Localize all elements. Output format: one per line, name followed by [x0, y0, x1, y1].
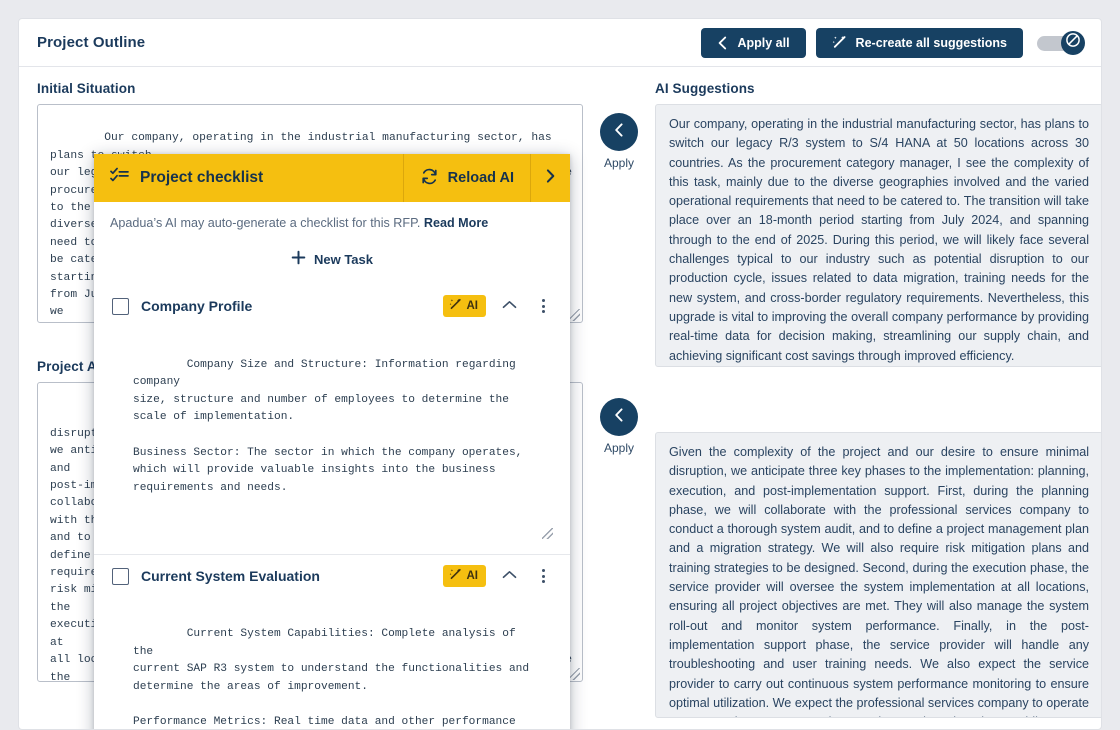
- task-title: Company Profile: [141, 298, 253, 314]
- project-checklist-modal: Project checklist Reload AI Apadua’s AI …: [94, 154, 570, 729]
- task-description-textarea[interactable]: Company Size and Structure: Information …: [128, 328, 554, 540]
- apply-button-circle[interactable]: [600, 113, 638, 151]
- apply-all-label: Apply all: [737, 35, 790, 50]
- modal-title: Project checklist: [140, 169, 264, 186]
- chevron-left-icon: [717, 36, 728, 50]
- recreate-all-suggestions-button[interactable]: Re-create all suggestions: [815, 27, 1023, 58]
- chevron-left-icon: [612, 407, 626, 428]
- task-description-text: Current System Capabilities: Complete an…: [133, 628, 530, 729]
- chevron-right-icon: [544, 168, 557, 189]
- modal-note: Apadua’s AI may auto-generate a checklis…: [94, 202, 570, 240]
- ai-badge[interactable]: AI: [442, 295, 486, 317]
- refresh-icon: [420, 167, 439, 190]
- ai-suggestion-card-2[interactable]: Given the complexity of the project and …: [655, 432, 1101, 718]
- top-bar: Project Outline Apply all Re-create all …: [19, 19, 1101, 67]
- new-task-label: New Task: [313, 251, 373, 267]
- chevron-up-icon: [502, 297, 517, 315]
- modal-note-text: Apadua’s AI may auto-generate a checklis…: [110, 216, 421, 230]
- initial-situation-heading: Initial Situation: [37, 81, 136, 96]
- apply-all-button[interactable]: Apply all: [701, 27, 806, 58]
- checklist-task-list: Company Profile AI Company Size and Stru…: [94, 284, 570, 729]
- kebab-menu-icon: [541, 569, 545, 584]
- reload-ai-label: Reload AI: [447, 170, 514, 186]
- apply-button-circle[interactable]: [600, 398, 638, 436]
- ai-badge[interactable]: AI: [442, 565, 486, 588]
- magic-wand-icon: [449, 298, 462, 314]
- ai-badge-label: AI: [466, 300, 479, 312]
- task-description-textarea[interactable]: Current System Capabilities: Complete an…: [128, 598, 554, 729]
- chevron-left-icon: [612, 122, 626, 143]
- block-icon: [1065, 32, 1081, 53]
- magic-wand-icon: [449, 568, 462, 584]
- apply-label: Apply: [603, 441, 635, 455]
- ai-enabled-toggle[interactable]: [1037, 29, 1085, 57]
- apply-column: Apply Apply: [583, 81, 655, 729]
- top-bar-actions: Apply all Re-create all suggestions: [701, 27, 1085, 58]
- ai-suggestion-text-2: Given the complexity of the project and …: [669, 445, 1089, 717]
- modal-title-group: Project checklist: [94, 167, 403, 189]
- collapse-task-button[interactable]: [498, 567, 520, 585]
- task-row[interactable]: Current System Evaluation AI: [94, 553, 570, 598]
- ai-badge-label: AI: [466, 570, 479, 583]
- page-title: Project Outline: [37, 34, 146, 51]
- task-checkbox[interactable]: [112, 567, 129, 585]
- kebab-menu-icon: [541, 299, 545, 313]
- task-row[interactable]: Company Profile AI: [94, 284, 570, 328]
- task-checkbox[interactable]: [112, 297, 129, 315]
- toggle-knob: [1061, 30, 1085, 55]
- chevron-up-icon: [502, 567, 517, 585]
- modal-header: Project checklist Reload AI: [94, 154, 570, 202]
- expand-modal-button[interactable]: [530, 154, 570, 202]
- collapse-task-button[interactable]: [498, 297, 520, 315]
- ai-suggestion-text-1: Our company, operating in the industrial…: [669, 117, 1089, 363]
- task-description-text: Company Size and Structure: Information …: [133, 358, 523, 494]
- task-menu-button[interactable]: [532, 299, 554, 313]
- apply-suggestion-2[interactable]: Apply: [583, 398, 655, 455]
- ai-suggestions-column: AI Suggestions Our company, operating in…: [655, 81, 1101, 729]
- app-window: Project Outline Apply all Re-create all …: [18, 18, 1102, 730]
- apply-label: Apply: [603, 156, 635, 170]
- ai-suggestions-heading: AI Suggestions: [655, 81, 755, 96]
- apply-suggestion-1[interactable]: Apply: [583, 113, 655, 170]
- ai-suggestion-card-1[interactable]: Our company, operating in the industrial…: [655, 104, 1101, 367]
- plus-icon: [291, 250, 306, 268]
- read-more-link[interactable]: Read More: [424, 216, 488, 230]
- recreate-all-label: Re-create all suggestions: [855, 35, 1007, 50]
- task-menu-button[interactable]: [532, 569, 554, 584]
- magic-wand-icon: [832, 35, 847, 50]
- checklist-icon: [110, 167, 129, 189]
- reload-ai-button[interactable]: Reload AI: [402, 154, 530, 202]
- task-title: Current System Evaluation: [141, 568, 320, 585]
- new-task-button[interactable]: New Task: [94, 240, 570, 284]
- resize-grip-icon[interactable]: [542, 527, 553, 539]
